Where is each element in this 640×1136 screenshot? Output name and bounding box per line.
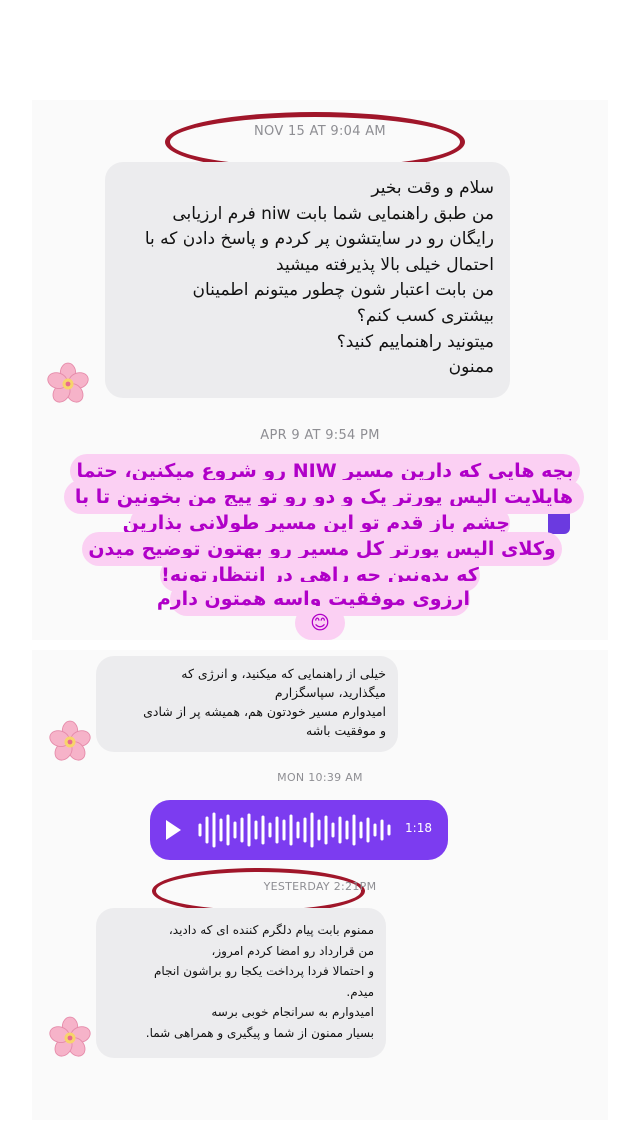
timestamp: MON 10:39 AM <box>277 771 363 784</box>
message-bubble[interactable]: ممنوم بابت پیام دلگرم کننده ای که دادید،… <box>96 908 386 1058</box>
caption-line: 😊 <box>295 606 345 640</box>
voice-message[interactable]: 1:18 <box>150 800 448 860</box>
message-line: میتونید راهنماییم کنید؟ <box>336 331 494 352</box>
timestamp: APR 9 AT 9:54 PM <box>260 428 380 443</box>
message-line: من طبق راهنمایی شما بابت niw فرم ارزیابی <box>172 203 494 224</box>
cherry-blossom-icon[interactable] <box>46 362 90 406</box>
timestamp: NOV 15 AT 9:04 AM <box>254 124 386 139</box>
message-line: من بابت اعتبار شون چطور میتونم اطمینان <box>192 280 494 301</box>
message-bubble[interactable]: خیلی از راهنمایی که میکنید، و انرژی که م… <box>96 656 398 752</box>
play-icon[interactable] <box>166 820 181 840</box>
message-line: و موفقیت باشه <box>306 723 386 738</box>
message-line: امیدوارم مسیر خودتون هم، همیشه پر از شاد… <box>143 704 386 719</box>
message-line: میدم. <box>346 984 374 999</box>
cherry-blossom-icon[interactable] <box>48 1016 92 1060</box>
message-line: بسیار ممنون از شما و پیگیری و همراهی شما… <box>145 1025 374 1040</box>
message-line: احتمال خیلی بالا پذیرفته میشید <box>276 254 494 275</box>
message-line: من قرارداد رو امضا کردم امروز، <box>211 943 374 958</box>
message-line: بیشتری کسب کنم؟ <box>356 305 494 326</box>
voice-duration: 1:18 <box>405 821 432 835</box>
message-line: سلام و وقت بخیر <box>371 178 494 198</box>
message-line: میگذارید، سپاسگزارم <box>274 685 386 700</box>
timestamp: YESTERDAY 2:21PM <box>263 880 377 893</box>
message-line: ممنون <box>448 357 494 378</box>
message-line: ممنوم بابت پیام دلگرم کننده ای که دادید، <box>168 923 374 937</box>
highlight-caption: بچه هایی که دارین مسیر NIW رو شروع میکنی… <box>60 448 584 640</box>
message-line: خیلی از راهنمایی که میکنید، و انرژی که <box>181 666 386 681</box>
message-line: و احتمالا فردا پرداخت یکجا رو براشون انج… <box>153 964 374 978</box>
waveform-icon <box>198 812 391 848</box>
cherry-blossom-icon[interactable] <box>48 720 92 764</box>
message-line: رایگان رو در سایتشون پر کردم و پاسخ دادن… <box>144 229 494 250</box>
message-bubble[interactable]: سلام و وقت بخیر من طبق راهنمایی شما بابت… <box>105 162 510 398</box>
message-line: امیدوارم به سرانجام خوبی برسه <box>211 1005 374 1019</box>
